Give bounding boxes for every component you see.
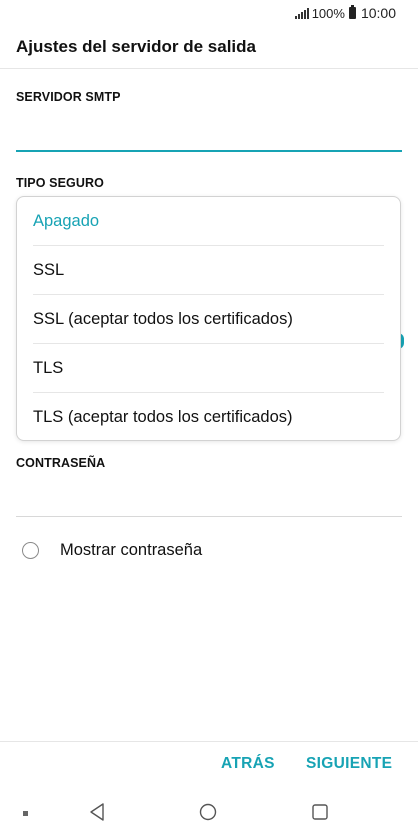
password-label: CONTRASEÑA: [16, 456, 106, 470]
dropdown-option-ssl-all-certs[interactable]: SSL (aceptar todos los certificados): [33, 295, 384, 344]
security-type-dropdown: Apagado SSL SSL (aceptar todos los certi…: [16, 196, 401, 441]
smtp-server-input[interactable]: [16, 150, 402, 152]
status-bar: 100% 10:00: [0, 0, 418, 26]
battery-icon: [348, 5, 356, 19]
signal-icon: [294, 7, 309, 19]
show-password-label: Mostrar contraseña: [60, 541, 203, 559]
back-triangle-icon[interactable]: [89, 803, 105, 821]
security-type-label: TIPO SEGURO: [16, 176, 104, 190]
dropdown-option-ssl[interactable]: SSL: [33, 246, 384, 295]
next-button[interactable]: SIGUIENTE: [306, 755, 392, 773]
back-button[interactable]: ATRÁS: [221, 755, 275, 773]
radio-icon[interactable]: [22, 542, 39, 559]
show-password-option[interactable]: Mostrar contraseña: [22, 541, 202, 560]
password-input[interactable]: [16, 516, 402, 517]
recents-square-icon[interactable]: [311, 803, 329, 821]
title-divider: [0, 68, 418, 69]
smtp-server-label: SERVIDOR SMTP: [16, 90, 121, 104]
home-circle-icon[interactable]: [199, 803, 217, 821]
dropdown-option-tls[interactable]: TLS: [33, 344, 384, 393]
navigation-bar: [0, 784, 418, 836]
menu-dot-icon[interactable]: [23, 811, 28, 816]
dropdown-option-tls-all-certs[interactable]: TLS (aceptar todos los certificados): [17, 393, 400, 442]
battery-percent: 100%: [311, 5, 345, 21]
page-title: Ajustes del servidor de salida: [16, 37, 256, 56]
clock: 10:00: [360, 5, 396, 21]
footer-divider: [0, 741, 418, 742]
dropdown-option-apagado[interactable]: Apagado: [33, 197, 384, 246]
